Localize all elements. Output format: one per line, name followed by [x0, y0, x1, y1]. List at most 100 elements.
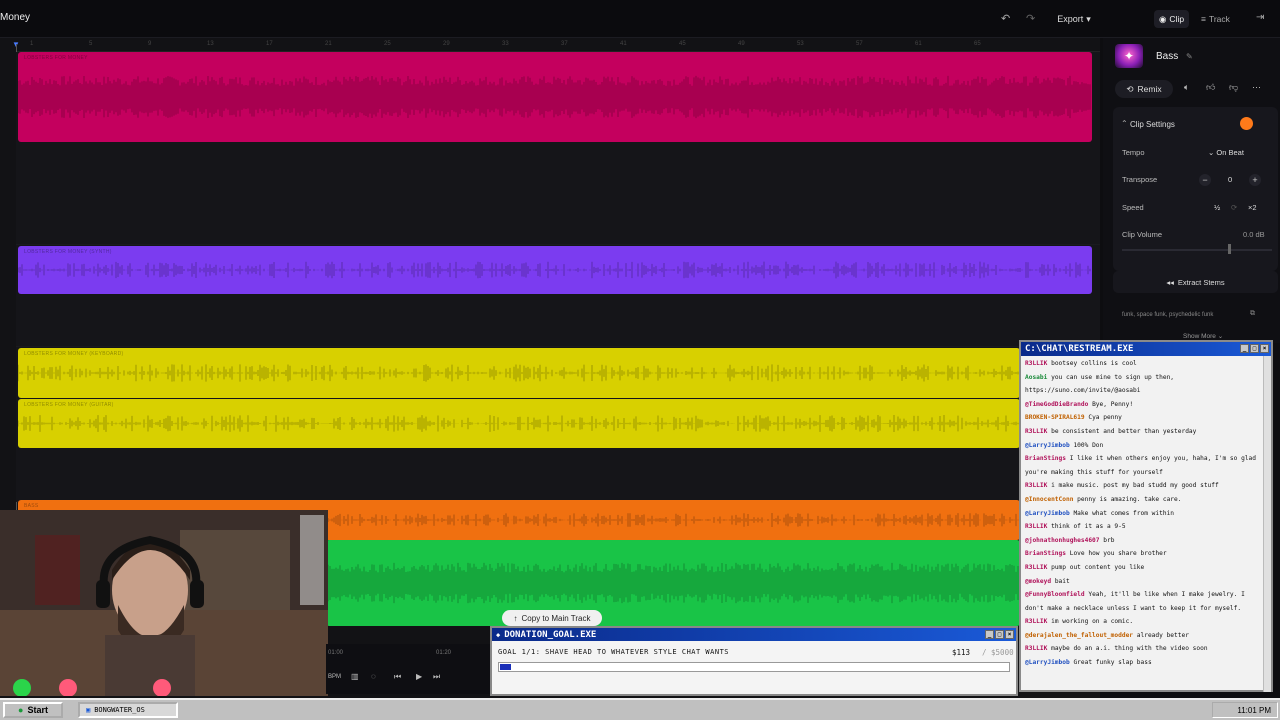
- chevron-down-icon: ▾: [1086, 13, 1091, 24]
- track-clip[interactable]: LOBSTERS FOR MONEY (GUITAR): [18, 399, 1020, 448]
- close-icon[interactable]: ×: [1260, 344, 1269, 353]
- chat-username[interactable]: R3LLIK: [1025, 645, 1047, 652]
- speed-half-button[interactable]: ½: [1214, 203, 1220, 212]
- chat-username[interactable]: @mokeyd: [1025, 578, 1051, 585]
- pencil-icon[interactable]: ✎: [1186, 52, 1193, 61]
- transpose-decrease-button[interactable]: −: [1199, 174, 1211, 186]
- metronome-icon[interactable]: ▥: [351, 672, 359, 681]
- clip-settings-section: ⌃ Clip Settings Tempo ⌄ On Beat Transpos…: [1113, 107, 1278, 271]
- copy-icon[interactable]: ⧉: [1250, 310, 1255, 318]
- waveform: [18, 364, 1019, 382]
- chat-username[interactable]: @LarryJimbob: [1025, 510, 1070, 517]
- chat-username[interactable]: R3LLIK: [1025, 523, 1047, 530]
- tempo-value: On Beat: [1216, 148, 1244, 157]
- chevron-up-icon[interactable]: ⌃: [1121, 119, 1128, 128]
- ruler-tick: 17: [266, 41, 273, 47]
- chat-username[interactable]: R3LLIK: [1025, 564, 1047, 571]
- chat-username[interactable]: @LarryJimbob: [1025, 659, 1070, 666]
- skip-forward-icon[interactable]: ⏭︎: [433, 672, 440, 682]
- undo-icon[interactable]: ↶: [1001, 12, 1010, 25]
- chat-username[interactable]: R3LLIK: [1025, 360, 1047, 367]
- chat-username[interactable]: BROKEN-SPIRAL619: [1025, 414, 1085, 421]
- chat-username[interactable]: R3LLIK: [1025, 618, 1047, 625]
- clip-color-swatch[interactable]: [1240, 117, 1253, 130]
- track-icon: ≡: [1201, 14, 1206, 24]
- chat-username[interactable]: R3LLIK: [1025, 482, 1047, 489]
- donation-title-bar[interactable]: ◆ DONATION_GOAL.EXE _ □ ×: [492, 628, 1016, 641]
- chevron-down-icon: ⌄: [1217, 333, 1224, 340]
- chat-username[interactable]: Aosabi: [1025, 374, 1047, 381]
- taskbar-item[interactable]: ▣ BONGWATER_OS: [78, 702, 178, 718]
- window-icon: ◆: [496, 630, 501, 639]
- chat-text: im working on a comic.: [1051, 618, 1134, 626]
- exit-icon[interactable]: ⇥: [1256, 12, 1264, 23]
- clip-label: LOBSTERS FOR MONEY (KEYBOARD): [24, 351, 124, 357]
- minimize-icon[interactable]: _: [1240, 344, 1249, 353]
- tempo-select[interactable]: ⌄ On Beat: [1208, 148, 1244, 157]
- close-icon[interactable]: ×: [1005, 630, 1014, 639]
- more-icon[interactable]: ⋯: [1252, 82, 1261, 93]
- chat-scrollbar[interactable]: [1263, 356, 1271, 692]
- tab-clip[interactable]: ◉ Clip: [1154, 10, 1190, 28]
- style-tags: funk, space funk, psychedelic funk: [1122, 312, 1214, 318]
- chat-title-bar[interactable]: C:\CHAT\RESTREAM.EXE _ □ ×: [1021, 342, 1271, 356]
- chat-message: https://suno.com/invite/@aosabi: [1025, 387, 1263, 394]
- chat-message-list[interactable]: R3LLIK bootsey collins is cool Aosabi you…: [1025, 360, 1263, 690]
- transpose-increase-button[interactable]: +: [1249, 174, 1261, 186]
- tab-track[interactable]: ≡ Track: [1196, 10, 1235, 28]
- clip-volume-slider[interactable]: [1122, 249, 1272, 251]
- ruler-tick: 61: [915, 41, 922, 47]
- transpose-value[interactable]: 0: [1228, 175, 1232, 184]
- loop-icon[interactable]: ◌: [371, 672, 376, 681]
- minimize-icon[interactable]: _: [985, 630, 994, 639]
- skip-back-icon[interactable]: ⏮︎: [394, 672, 401, 682]
- export-button[interactable]: Export ▾: [1049, 10, 1099, 28]
- chat-message: R3LLIK i make music. post my bad studd m…: [1025, 482, 1263, 489]
- redo-icon[interactable]: ↷: [1026, 12, 1035, 25]
- window-icon: ▣: [86, 706, 91, 714]
- chat-message: @TimeGodDieBrando Bye, Penny!: [1025, 401, 1263, 408]
- chat-username[interactable]: @derajalen_the_fallout_modder: [1025, 632, 1133, 639]
- chat-username[interactable]: @InnocentConn: [1025, 496, 1073, 503]
- track-clip[interactable]: LOBSTERS FOR MONEY (SYNTH): [18, 246, 1092, 294]
- tab-clip-label: Clip: [1169, 14, 1185, 24]
- chat-username[interactable]: @FunnyBloomfield: [1025, 591, 1085, 598]
- track-clip[interactable]: LOBSTERS FOR MONEY: [18, 52, 1092, 142]
- chat-username[interactable]: @johnathonhughes4607: [1025, 537, 1100, 544]
- show-more-button[interactable]: Show More ⌄: [1183, 332, 1223, 340]
- start-label: Start: [27, 705, 48, 715]
- chat-username[interactable]: BrianStings: [1025, 455, 1066, 462]
- chat-username[interactable]: @LarryJimbob: [1025, 442, 1070, 449]
- chat-text: brb: [1103, 536, 1115, 544]
- donation-amount: $113: [952, 648, 971, 657]
- chat-message: @mokeyd bait: [1025, 578, 1263, 585]
- clip-settings-title[interactable]: Clip Settings: [1130, 120, 1175, 129]
- maximize-icon[interactable]: □: [995, 630, 1004, 639]
- start-button[interactable]: ● Start: [3, 702, 63, 718]
- timeline-ruler[interactable]: 1 5 9 13 17 21 25 29 33 37 41 45 49 53 57 61 65: [16, 38, 1100, 52]
- thumbs-down-icon[interactable]: 👎︎: [1229, 82, 1238, 93]
- thumbs-up-icon[interactable]: 👍︎: [1206, 82, 1215, 93]
- song-cover-image: ✦: [1115, 44, 1143, 68]
- chat-username[interactable]: @TimeGodDieBrando: [1025, 401, 1088, 408]
- extract-stems-button[interactable]: ◂◂ Extract Stems: [1113, 271, 1278, 293]
- speed-double-button[interactable]: ×2: [1248, 203, 1257, 212]
- track-clip[interactable]: [326, 540, 1020, 626]
- remix-button[interactable]: ⟲ Remix: [1115, 80, 1173, 98]
- clip-volume-slider-handle[interactable]: [1228, 244, 1231, 254]
- chevron-down-icon: ⌄: [1208, 148, 1215, 157]
- chat-username[interactable]: BrianStings: [1025, 550, 1066, 557]
- speed-reset-icon[interactable]: ⟳: [1231, 203, 1237, 212]
- chat-text: don't make a necklace unless I want to k…: [1025, 604, 1242, 612]
- speaker-icon[interactable]: 🔈︎: [1184, 82, 1189, 93]
- ruler-tick: 21: [325, 41, 332, 47]
- chat-text: Yeah, it'll be like when I make jewelry.…: [1088, 591, 1245, 599]
- chat-username[interactable]: R3LLIK: [1025, 428, 1047, 435]
- ruler-tick: 9: [148, 41, 152, 47]
- remix-icon: ⟲: [1126, 83, 1134, 94]
- maximize-icon[interactable]: □: [1250, 344, 1259, 353]
- track-clip[interactable]: LOBSTERS FOR MONEY (KEYBOARD): [18, 348, 1020, 398]
- copy-to-main-track-button[interactable]: ↑ Copy to Main Track: [502, 610, 602, 626]
- play-icon[interactable]: ▶: [416, 672, 422, 681]
- time-marker: 01:00: [328, 650, 344, 656]
